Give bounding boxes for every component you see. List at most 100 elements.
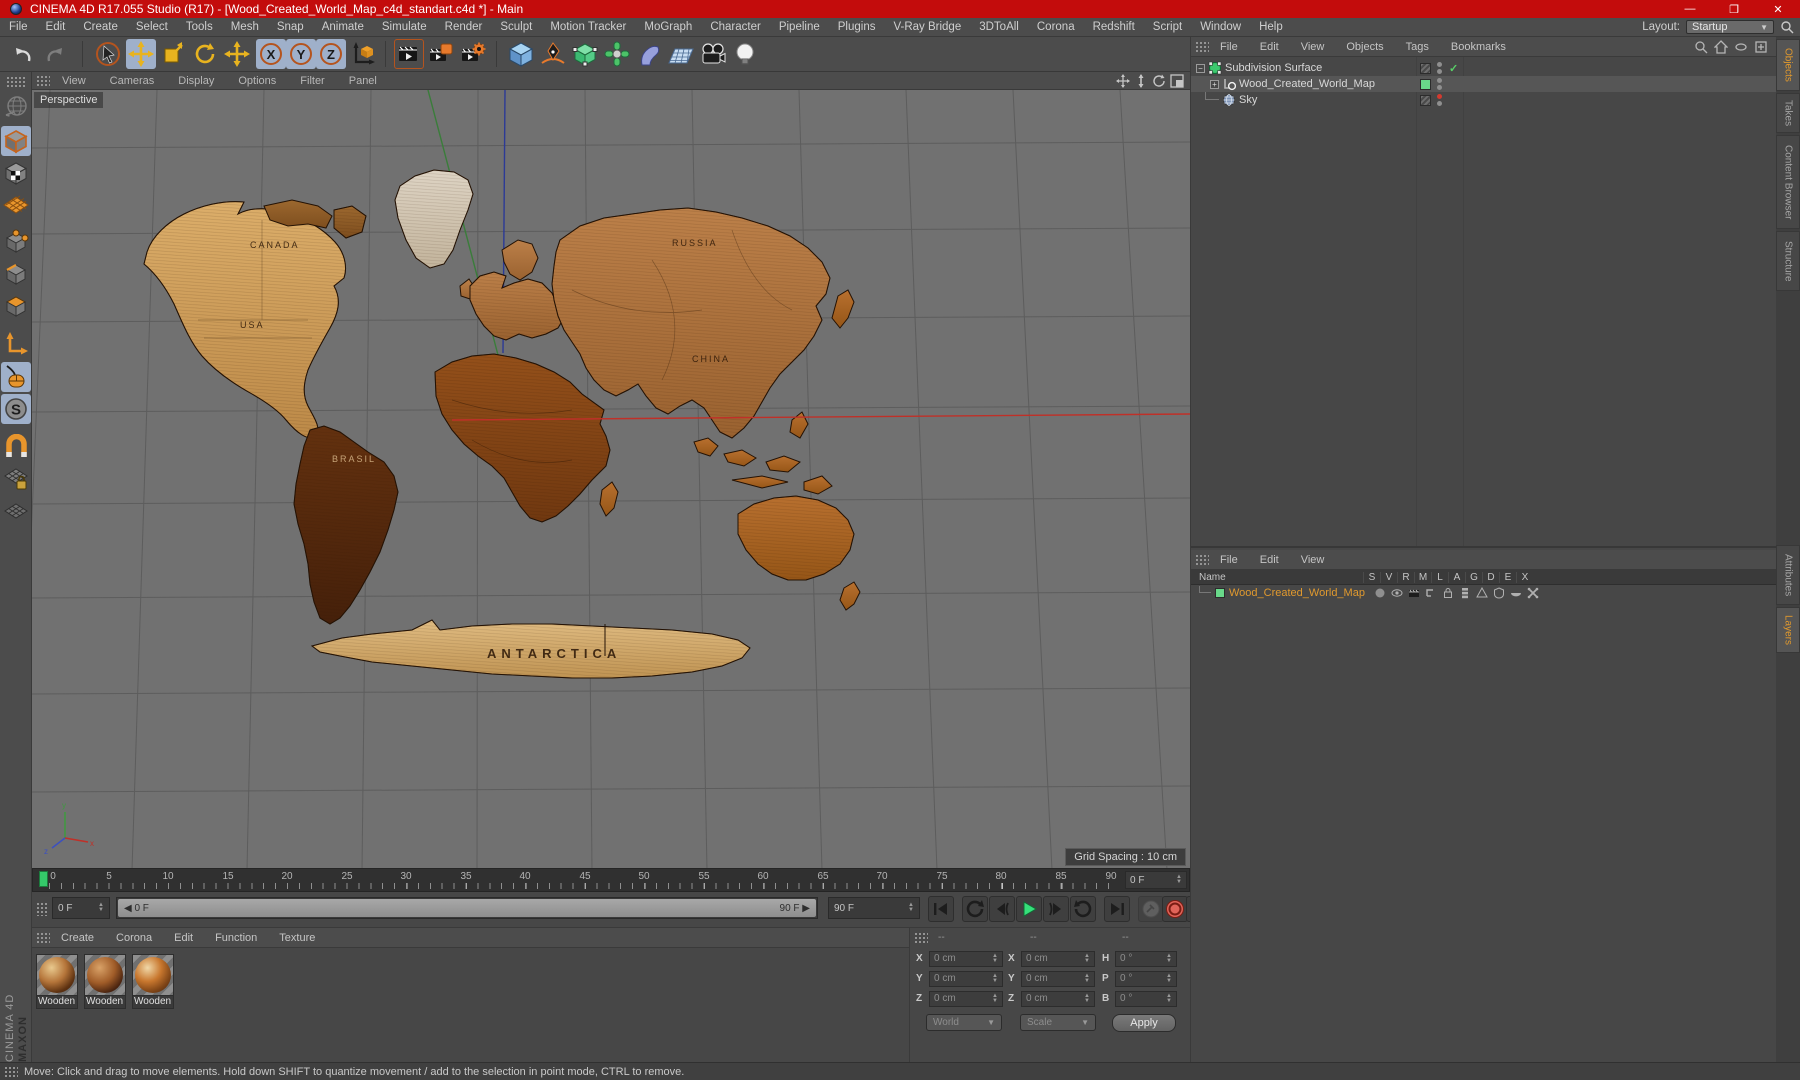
transport-grip[interactable]	[36, 902, 48, 916]
om-add-bookmark-icon[interactable]	[1754, 40, 1768, 54]
layer-name[interactable]: Wood_Created_World_Map	[1229, 587, 1371, 599]
mat-menu-corona[interactable]: Corona	[105, 932, 163, 944]
layer-view-icon[interactable]	[1388, 587, 1405, 599]
vp-menu-filter[interactable]: Filter	[288, 75, 336, 87]
menu-mesh[interactable]: Mesh	[222, 21, 268, 33]
vp-menu-cameras[interactable]: Cameras	[98, 75, 167, 87]
layer-xref-icon[interactable]	[1524, 587, 1541, 599]
visibility-dots[interactable]	[1437, 62, 1442, 74]
lm-menu-file[interactable]: File	[1209, 554, 1249, 566]
apply-button[interactable]: Apply	[1112, 1014, 1176, 1032]
size-y-field[interactable]: 0 cm ▲ ▼	[1021, 970, 1095, 987]
menu-3dtoall[interactable]: 3DToAll	[970, 21, 1028, 33]
viewport-solo-button[interactable]	[1, 362, 31, 392]
object-name[interactable]: Subdivision Surface	[1225, 62, 1322, 74]
next-frame-button[interactable]	[1043, 896, 1069, 922]
current-frame-field[interactable]: 0 F ▲ ▼	[52, 897, 110, 919]
autokey-button[interactable]	[1162, 896, 1188, 922]
menu-motion-tracker[interactable]: Motion Tracker	[541, 21, 635, 33]
menu-simulate[interactable]: Simulate	[373, 21, 436, 33]
rotation-h-field[interactable]: 0 ° ▲ ▼	[1115, 950, 1177, 967]
convert-object-button[interactable]	[1, 92, 31, 122]
lm-menu-view[interactable]: View	[1290, 554, 1336, 566]
edit-render-settings-button[interactable]	[458, 39, 488, 69]
axis-z-lock-button[interactable]: Z	[316, 39, 346, 69]
tab-content-browser[interactable]: Content Browser	[1776, 135, 1800, 229]
material-item[interactable]: Wooden	[84, 954, 126, 1009]
camera-button[interactable]	[698, 39, 728, 69]
pan-view-icon[interactable]	[1116, 73, 1130, 88]
lm-menu-edit[interactable]: Edit	[1249, 554, 1290, 566]
play-backward-button[interactable]	[962, 896, 988, 922]
size-z-field[interactable]: 0 cm ▲ ▼	[1021, 990, 1095, 1007]
floor-button[interactable]	[666, 39, 696, 69]
zoom-view-icon[interactable]	[1134, 73, 1148, 88]
layer-render-icon[interactable]	[1405, 587, 1422, 599]
current-frame-marker[interactable]	[39, 871, 48, 887]
polygons-mode-button[interactable]	[1, 291, 31, 321]
vp-menu-display[interactable]: Display	[166, 75, 226, 87]
material-name[interactable]: Wooden	[36, 996, 78, 1009]
layer-expressions-icon[interactable]	[1507, 587, 1524, 599]
menu-animate[interactable]: Animate	[313, 21, 373, 33]
viewport-grip[interactable]	[36, 74, 50, 87]
menu-snap[interactable]: Snap	[268, 21, 313, 33]
material-grip[interactable]	[36, 931, 50, 944]
vp-menu-panel[interactable]: Panel	[337, 75, 389, 87]
scale-tool[interactable]	[158, 39, 188, 69]
menu-vray-bridge[interactable]: V-Ray Bridge	[884, 21, 970, 33]
maximize-button[interactable]: ❐	[1712, 0, 1756, 18]
position-y-field[interactable]: 0 cm ▲ ▼	[929, 970, 1003, 987]
add-cube-button[interactable]	[506, 39, 536, 69]
mat-menu-edit[interactable]: Edit	[163, 932, 204, 944]
tab-layers[interactable]: Layers	[1776, 607, 1800, 653]
material-item[interactable]: Wooden	[36, 954, 78, 1009]
stepper-icon[interactable]: ▲ ▼	[98, 902, 104, 913]
om-menu-view[interactable]: View	[1290, 41, 1336, 53]
mograph-button[interactable]	[602, 39, 632, 69]
om-search-icon[interactable]	[1694, 40, 1708, 54]
axis-mode-button[interactable]	[1, 330, 31, 360]
workplane-mode-button[interactable]	[1, 190, 31, 220]
goto-end-button[interactable]	[1104, 896, 1130, 922]
tab-attributes[interactable]: Attributes	[1776, 545, 1800, 605]
object-row-subdivision-surface[interactable]: − Subdivision Surface ✓	[1191, 60, 1776, 76]
expander-icon[interactable]: −	[1196, 63, 1205, 73]
layer-color-chip[interactable]	[1420, 78, 1431, 90]
stepper-icon[interactable]: ▲ ▼	[1176, 874, 1182, 885]
mat-menu-create[interactable]: Create	[50, 932, 105, 944]
model-mode-button[interactable]	[1, 126, 31, 156]
object-row-wood-created-world-map[interactable]: + Wood_Created_World_Map	[1191, 76, 1776, 92]
texture-tag-slot[interactable]	[1420, 62, 1431, 74]
toggle-panel-icon[interactable]	[1170, 73, 1184, 88]
layer-row[interactable]: Wood_Created_World_Map	[1191, 585, 1776, 601]
menu-script[interactable]: Script	[1144, 21, 1191, 33]
layout-dropdown[interactable]: Startup ▼	[1686, 20, 1774, 34]
om-menu-objects[interactable]: Objects	[1335, 41, 1394, 53]
undo-button[interactable]	[8, 39, 38, 69]
rotate-view-icon[interactable]	[1152, 74, 1166, 88]
coords-action-dropdown[interactable]: Scale ▼	[1020, 1014, 1096, 1031]
om-menu-bookmarks[interactable]: Bookmarks	[1440, 41, 1517, 53]
menu-create[interactable]: Create	[74, 21, 127, 33]
rotation-b-field[interactable]: 0 ° ▲ ▼	[1115, 990, 1177, 1007]
object-row-sky[interactable]: Sky	[1191, 92, 1776, 108]
mat-menu-texture[interactable]: Texture	[268, 932, 326, 944]
material-name[interactable]: Wooden	[84, 996, 126, 1009]
coords-grip[interactable]	[914, 932, 928, 944]
mat-menu-function[interactable]: Function	[204, 932, 268, 944]
position-x-field[interactable]: 0 cm ▲ ▼	[929, 950, 1003, 967]
palette-grip[interactable]	[6, 76, 26, 88]
texture-mode-button[interactable]	[1, 158, 31, 188]
texture-tag-slot[interactable]	[1420, 94, 1431, 106]
camera-label[interactable]: Perspective	[34, 92, 104, 108]
enable-snap-button[interactable]	[1, 432, 31, 462]
coordinate-system-button[interactable]	[348, 39, 378, 69]
lock-workplane-button[interactable]	[1, 464, 31, 494]
snap-settings-button[interactable]: S	[1, 394, 31, 424]
subdivision-surface-button[interactable]	[570, 39, 600, 69]
play-forward-button[interactable]	[1070, 896, 1096, 922]
om-home-icon[interactable]	[1714, 40, 1728, 54]
tab-objects[interactable]: Objects	[1776, 39, 1800, 91]
lm-grip[interactable]	[1195, 553, 1209, 566]
